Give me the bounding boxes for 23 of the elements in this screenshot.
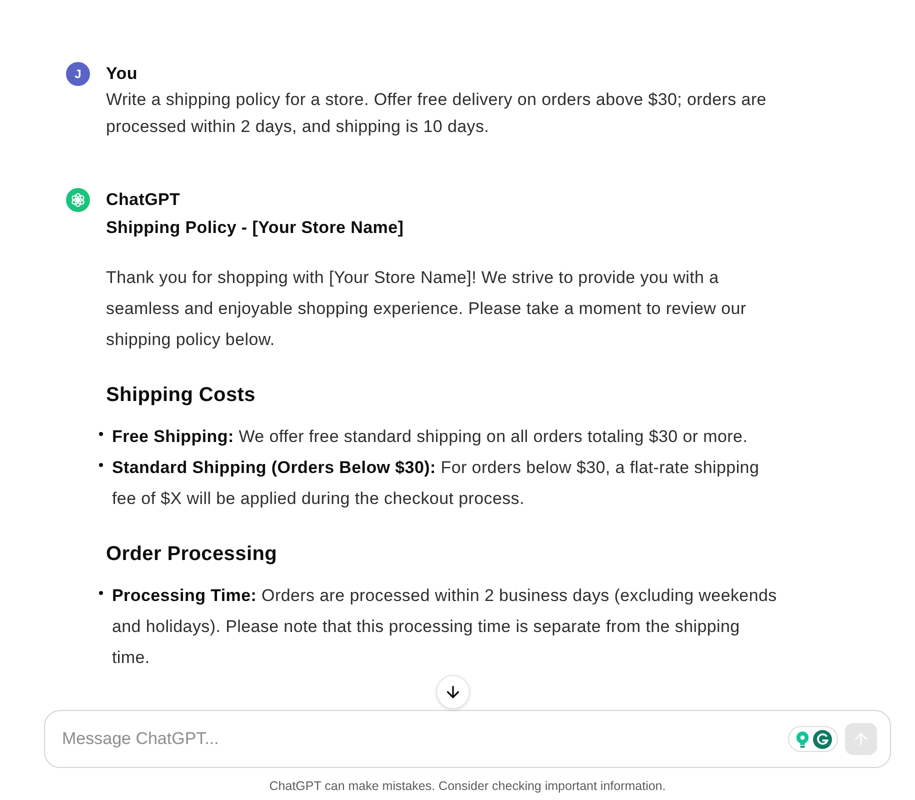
list-item-text: Processing Time: Orders are processed within 2 business days (excluding weekends and holidays). Please note that this processing time is separate from the shipping time. (112, 585, 778, 669)
author-name: You (106, 63, 138, 85)
bullet-icon (99, 432, 103, 436)
g-logo-icon (812, 730, 832, 748)
response-paragraph: Thank you for shopping with [Your Store Name]! We strive to provide you with a seamless and enjoyable shopping experience. Please take a moment to review our shipping policy below. (106, 267, 748, 351)
lightbulb-icon (794, 730, 810, 748)
user-message: Write a shipping policy for a store. Offer free delivery on orders above $30; orders are processed within 2 days, and shipping is 10 days. (106, 89, 768, 138)
bullet-icon (99, 463, 103, 467)
list-item-text: Free Shipping: We offer free standard shipping on all orders totaling $30 or more. (112, 426, 748, 448)
message-input[interactable]: Message ChatGPT... (62, 724, 788, 754)
swirl-logo-icon (66, 188, 90, 212)
extension-pill[interactable] (788, 726, 838, 752)
message-composer[interactable]: Message ChatGPT... (44, 710, 891, 768)
bullet-icon (99, 591, 103, 595)
scroll-down-button[interactable] (436, 675, 470, 709)
author-name: ChatGPT (106, 189, 182, 211)
user-avatar: J (66, 62, 90, 86)
section-heading: Shipping Costs (106, 383, 256, 408)
section-heading: Order Processing (106, 542, 278, 567)
response-title: Shipping Policy - [Your Store Name] (106, 217, 405, 239)
arrow-down-icon (444, 683, 462, 701)
list-item-text: Standard Shipping (Orders Below $30): For orders below $30, a flat-rate shipping fee of $X will be applied during the checkout process. (112, 457, 760, 510)
disclaimer-text: ChatGPT can make mistakes. Consider checking important information. (269, 778, 666, 794)
